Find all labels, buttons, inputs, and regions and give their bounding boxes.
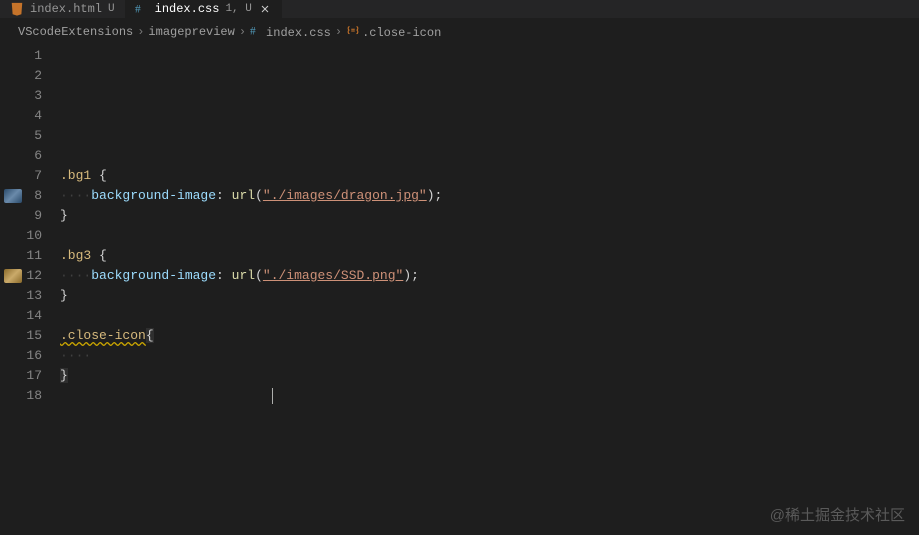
html-icon (10, 2, 24, 16)
tab-index-css[interactable]: # index.css 1, U (125, 0, 282, 18)
line-number: 7 (0, 166, 42, 186)
code-line (60, 306, 919, 326)
css-icon: # (135, 2, 149, 16)
line-number: 11 (0, 246, 42, 266)
line-number: 1 (0, 46, 42, 66)
breadcrumb-item[interactable]: imagepreview (148, 25, 234, 39)
code-line: } (60, 206, 919, 226)
line-number: 3 (0, 86, 42, 106)
code-line (60, 106, 919, 126)
line-number: 15 (0, 326, 42, 346)
line-number: 5 (0, 126, 42, 146)
code-line (60, 66, 919, 86)
close-icon[interactable] (258, 2, 272, 16)
tab-index-html[interactable]: index.html U (0, 0, 125, 18)
code-line (60, 126, 919, 146)
code-line: .bg3 { (60, 246, 919, 266)
line-number: 4 (0, 106, 42, 126)
line-number: 9 (0, 206, 42, 226)
breadcrumb-item[interactable]: .close-icon (346, 24, 441, 40)
code-line: ····background-image: url("./images/SSD.… (60, 266, 919, 286)
tab-badge: 1, U (225, 3, 251, 15)
breadcrumb-item[interactable]: VScodeExtensions (18, 25, 133, 39)
line-number: 2 (0, 66, 42, 86)
image-preview-dragon[interactable] (4, 189, 22, 203)
chevron-right-icon: › (239, 25, 246, 39)
code-line: } (60, 286, 919, 306)
line-number: 13 (0, 286, 42, 306)
code-line (60, 46, 919, 66)
code-line: .close-icon{ (60, 326, 919, 346)
code-line: ····background-image: url("./images/drag… (60, 186, 919, 206)
line-number-gutter: 1 2 3 4 5 6 7 8 9 10 11 12 13 14 15 16 1… (0, 46, 60, 535)
line-number: 16 (0, 346, 42, 366)
tab-label: index.html (30, 2, 102, 16)
code-line (60, 226, 919, 246)
line-number: 18 (0, 386, 42, 406)
code-line (60, 386, 919, 406)
line-number: 14 (0, 306, 42, 326)
symbol-icon (346, 24, 360, 38)
code-line (60, 86, 919, 106)
editor: 1 2 3 4 5 6 7 8 9 10 11 12 13 14 15 16 1… (0, 46, 919, 535)
code-area[interactable]: .bg1 { ····background-image: url("./imag… (60, 46, 919, 535)
code-line: ···· (60, 346, 919, 366)
image-preview-ssd[interactable] (4, 269, 22, 283)
breadcrumb: VScodeExtensions › imagepreview › #index… (0, 18, 919, 46)
svg-text:#: # (250, 26, 256, 38)
line-number: 10 (0, 226, 42, 246)
breadcrumb-item[interactable]: #index.css (250, 24, 331, 40)
code-line: .bg1 { (60, 166, 919, 186)
chevron-right-icon: › (335, 25, 342, 39)
tab-label: index.css (155, 2, 220, 16)
css-icon: # (250, 24, 264, 38)
code-line (60, 146, 919, 166)
watermark: @稀土掘金技术社区 (770, 504, 905, 525)
tab-bar: index.html U # index.css 1, U (0, 0, 919, 18)
chevron-right-icon: › (137, 25, 144, 39)
tab-badge: U (108, 3, 115, 15)
line-number: 6 (0, 146, 42, 166)
line-number: 17 (0, 366, 42, 386)
code-line: } (60, 366, 919, 386)
svg-text:#: # (135, 4, 141, 16)
